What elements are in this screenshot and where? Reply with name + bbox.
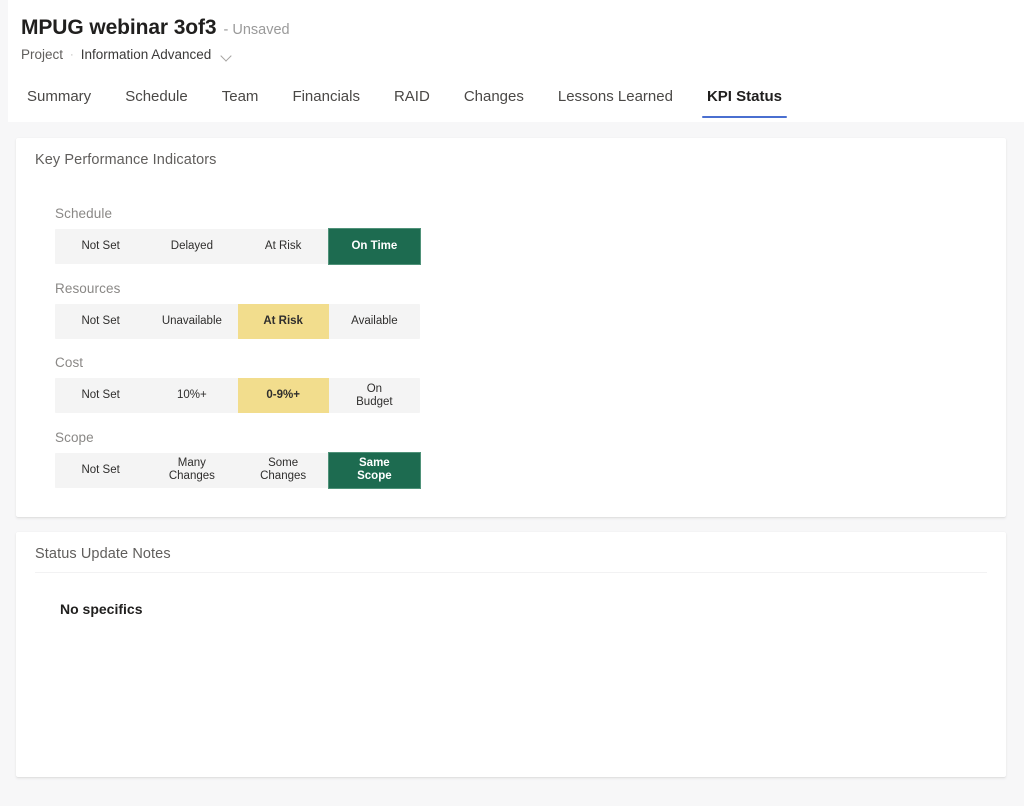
status-update-notes-card: Status Update Notes No specifics [16,532,1006,777]
tab-label: Financials [292,88,360,105]
kpi-option-at-risk[interactable]: At Risk [238,229,329,264]
kpi-group-label: Scope [55,429,94,445]
tab-label: Summary [27,88,92,105]
kpi-option-label: Unavailable [161,314,222,327]
tab-label: Team [221,88,259,105]
tab-label: Schedule [125,88,188,105]
kpi-group-cost: Cost Not Set 10%+ 0-9%+ On Budget [55,355,475,413]
kpi-option-unavailable[interactable]: Unavailable [146,304,237,339]
kpi-option-track: Not Set Delayed At Risk On Time [55,229,420,264]
kpi-group-schedule: Schedule Not Set Delayed At Risk On Time [55,206,475,264]
kpi-option-available[interactable]: Available [329,304,420,339]
kpi-group-resources: Resources Not Set Unavailable At Risk Av… [55,281,475,339]
kpi-option-label: 10%+ [177,389,207,402]
kpi-option-label: At Risk [263,314,303,327]
kpi-option-not-set[interactable]: Not Set [55,304,146,339]
kpi-option-label: Not Set [81,389,120,402]
title-row: MPUG webinar 3of3 - Unsaved [21,16,290,40]
kpi-option-label: Many Changes [168,457,215,482]
kpi-option-at-risk[interactable]: At Risk [237,303,329,339]
kpi-option-label: Not Set [81,463,120,476]
kpi-option-on-time[interactable]: On Time [328,229,420,264]
kpi-option-label: On Time [351,240,398,253]
tab-summary[interactable]: Summary [21,82,108,118]
tab-kpi-status[interactable]: KPI Status [690,82,799,118]
tab-team[interactable]: Team [205,82,276,118]
notes-divider [35,572,987,573]
kpi-option-label: Some Changes [260,457,307,482]
breadcrumb: Project · Information Advanced [21,47,234,62]
tab-label: KPI Status [706,88,782,105]
notes-card-title: Status Update Notes [35,546,171,562]
kpi-option-track: Not Set 10%+ 0-9%+ On Budget [55,378,420,413]
save-state-label: - Unsaved [223,22,290,38]
kpi-option-label: Not Set [81,240,120,253]
tab-label: Changes [463,88,524,105]
tab-schedule[interactable]: Schedule [108,82,205,118]
kpi-option-not-set[interactable]: Not Set [55,378,146,413]
kpi-option-some-changes[interactable]: Some Changes [238,453,329,488]
kpi-option-label: Delayed [170,240,213,253]
chevron-down-icon[interactable] [221,50,234,63]
kpi-option-label: Available [351,314,398,327]
tab-bar: Summary Schedule Team Financials RAID Ch… [21,82,799,118]
page-title: MPUG webinar 3of3 [21,16,217,39]
kpi-option-0-9-percent-plus[interactable]: 0-9%+ [237,378,329,413]
kpi-option-label: Same Scope [357,457,392,482]
kpi-group-scope: Scope Not Set Many Changes Some Changes Sa… [55,430,475,488]
kpi-option-same-scope[interactable]: Same Scope [328,452,420,488]
tab-label: RAID [393,88,430,105]
kpi-option-not-set[interactable]: Not Set [55,229,146,264]
breadcrumb-separator: · [70,48,74,61]
kpi-option-track: Not Set Many Changes Some Changes Same Scop… [55,452,420,488]
kpi-option-label: On Budget [356,382,393,408]
tab-changes[interactable]: Changes [447,82,541,118]
app-page: MPUG webinar 3of3 - Unsaved Project · In… [0,0,1024,806]
kpi-option-not-set[interactable]: Not Set [55,453,146,488]
kpi-option-label: 0-9%+ [266,389,300,402]
kpi-card: Key Performance Indicators Schedule Not … [16,138,1006,517]
kpi-group-label: Cost [55,355,84,370]
kpi-group-label: Resources [55,280,121,296]
breadcrumb-item-information-advanced[interactable]: Information Advanced [81,47,212,62]
kpi-option-on-budget[interactable]: On Budget [329,378,420,413]
kpi-option-track: Not Set Unavailable At Risk Available [55,303,420,339]
kpi-group-label: Schedule [55,206,113,221]
kpi-option-label: At Risk [264,240,302,253]
kpi-option-delayed[interactable]: Delayed [146,229,237,264]
kpi-option-label: Not Set [81,314,120,327]
tab-financials[interactable]: Financials [275,82,377,118]
tab-lessons-learned[interactable]: Lessons Learned [541,82,690,118]
page-header: MPUG webinar 3of3 - Unsaved Project · In… [8,0,1024,122]
notes-body-text[interactable]: No specifics [60,600,986,620]
tab-label: Lessons Learned [557,88,673,105]
kpi-option-10-percent-plus[interactable]: 10%+ [146,378,237,413]
kpi-card-title: Key Performance Indicators [35,152,217,168]
tab-raid[interactable]: RAID [377,82,447,118]
kpi-option-many-changes[interactable]: Many Changes [146,453,237,488]
breadcrumb-item-project[interactable]: Project [21,47,63,62]
kpi-group-list: Schedule Not Set Delayed At Risk On Time… [55,206,475,488]
